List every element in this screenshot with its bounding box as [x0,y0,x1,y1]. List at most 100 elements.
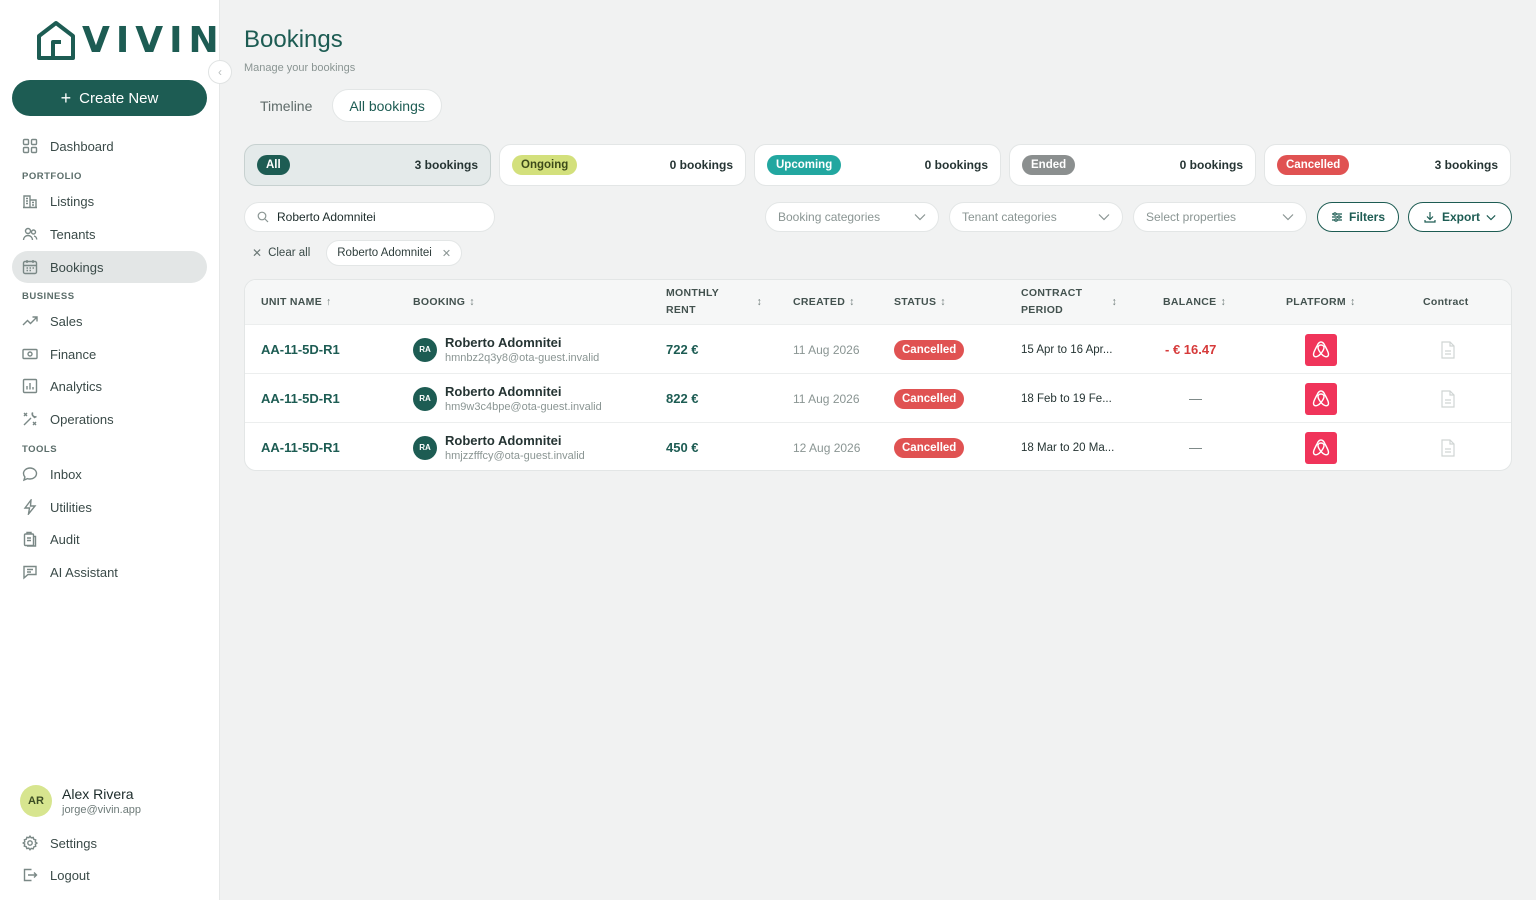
unit-name[interactable]: AA-11-5D-R1 [261,423,340,470]
close-icon[interactable]: ✕ [442,247,451,260]
search-input[interactable] [277,210,477,224]
airbnb-icon [1312,389,1330,406]
building-icon [23,195,37,209]
calendar-icon [22,260,38,275]
status-count-all: 3 bookings [414,158,478,172]
contract-period: 15 Apr to 16 Apr... [1021,343,1113,356]
booking-categories-select[interactable]: Booking categories [765,202,939,232]
export-button[interactable]: Export [1408,202,1512,232]
airbnb-button[interactable] [1305,431,1337,464]
column-header-balance[interactable]: BALANCE ↕ [1163,280,1226,324]
sidebar-item-audit[interactable]: Audit [12,523,207,555]
column-header-created[interactable]: CREATED ↕ [793,280,855,324]
sidebar-item-operations[interactable]: Operations [12,403,207,435]
select-properties-select[interactable]: Select properties [1133,202,1307,232]
status-pill-cancelled: Cancelled [1277,155,1350,175]
bookings-table: UNIT NAME ↑ BOOKING ↕ MONTHLY RENT ↕ CREATED… [244,279,1512,471]
clipboard-icon [23,531,37,547]
collapse-sidebar-button[interactable]: ‹ [208,60,232,84]
status-card-all[interactable]: All 3 bookings [244,144,491,186]
column-header-label: BALANCE [1163,296,1217,308]
tenant-name: Roberto Adomnitei [445,335,562,350]
tenant-name: Roberto Adomnitei [445,384,562,399]
unit-name[interactable]: AA-11-5D-R1 [261,325,340,374]
column-header-platform[interactable]: PLATFORM ↕ [1286,280,1356,324]
table-row[interactable]: AA-11-5D-R1 RA Roberto Adomnitei hmnbz2q… [245,324,1511,373]
platform-cell [1305,423,1337,470]
sidebar-item-finance[interactable]: Finance [12,338,207,370]
header-line: CONTRACT [1021,287,1083,299]
sidebar-item-dashboard[interactable]: Dashboard [12,130,207,162]
chevron-down-icon [1098,214,1110,221]
section-label-portfolio: PORTFOLIO [22,171,82,182]
status-badge: Cancelled [894,388,965,409]
status-count-ongoing: 0 bookings [669,158,733,172]
sidebar-item-listings[interactable]: Listings [12,185,207,217]
bar-chart-icon [22,378,38,394]
contract-period: 18 Mar to 20 Ma... [1021,441,1115,454]
message-square-icon [23,565,37,580]
status-card-ended[interactable]: Ended 0 bookings [1009,144,1256,186]
tenant-categories-select[interactable]: Tenant categories [949,202,1123,232]
sidebar-item-inbox[interactable]: Inbox [12,458,207,490]
sidebar-item-tenants[interactable]: Tenants [12,218,207,250]
tenant-avatar: RA [413,337,437,362]
sidebar-item-label: Sales [50,313,83,329]
column-header-monthly-rent[interactable]: MONTHLY RENT ↕ [666,280,762,324]
create-new-button[interactable]: + Create New [12,80,207,116]
status-card-upcoming[interactable]: Upcoming 0 bookings [754,144,1001,186]
grid-icon [22,138,38,154]
sort-icon: ↕ [849,296,855,308]
column-header-label: Contract [1423,296,1469,308]
airbnb-button[interactable] [1305,382,1337,415]
status-pill-ended: Ended [1022,155,1076,175]
column-header-label: CREATED [793,296,846,308]
sidebar-item-analytics[interactable]: Analytics [12,370,207,402]
sidebar-item-label: Listings [50,193,95,209]
booking-cell[interactable]: RA Roberto Adomnitei hmjzzfffcy@ota-gues… [413,423,585,470]
document-icon[interactable] [1440,325,1456,374]
logout-label: Logout [50,867,90,883]
airbnb-icon [1312,438,1330,455]
status-card-cancelled[interactable]: Cancelled 3 bookings [1264,144,1511,186]
logout-icon [23,868,38,882]
column-header-contract-period[interactable]: CONTRACT PERIOD ↕ [1021,280,1117,324]
chevron-down-icon [1486,214,1496,220]
balance: - € 16.47 [1165,342,1217,357]
booking-cell[interactable]: RA Roberto Adomnitei hm9w3c4bpe@ota-gues… [413,374,602,423]
tab-timeline[interactable]: Timeline [244,89,328,122]
sidebar-item-sales[interactable]: Sales [12,305,207,337]
table-row[interactable]: AA-11-5D-R1 RA Roberto Adomnitei hm9w3c4… [245,373,1511,422]
sidebar-item-utilities[interactable]: Utilities [12,491,207,523]
logout-link[interactable]: Logout [12,859,207,891]
column-header-unit-name[interactable]: UNIT NAME ↑ [261,280,332,324]
header-line: RENT [666,304,696,316]
status-card-ongoing[interactable]: Ongoing 0 bookings [499,144,746,186]
clear-all-button[interactable]: ✕ Clear all [244,240,318,266]
filter-chip[interactable]: Roberto Adomnitei ✕ [326,240,463,266]
banknote-icon [22,348,38,360]
column-header-status[interactable]: STATUS ↕ [894,280,946,324]
user-profile[interactable]: AR Alex Rivera jorge@vivin.app [20,785,141,817]
column-header-booking[interactable]: BOOKING ↕ [413,280,475,324]
search-box [244,202,495,232]
sidebar-item-label: Bookings [50,259,104,275]
close-icon: ✕ [252,246,263,260]
tenant-categories-label: Tenant categories [962,210,1057,224]
airbnb-button[interactable] [1305,333,1337,366]
settings-link[interactable]: Settings [12,827,207,859]
tenant-email: hm9w3c4bpe@ota-guest.invalid [445,401,602,413]
filters-button[interactable]: Filters [1317,202,1399,232]
users-icon [22,227,38,241]
booking-cell[interactable]: RA Roberto Adomnitei hmnbz2q3y8@ota-gues… [413,325,599,374]
sidebar-item-ai-assistant[interactable]: AI Assistant [12,556,207,588]
document-icon[interactable] [1440,423,1456,470]
created-date: 11 Aug 2026 [793,391,860,406]
tab-all-bookings[interactable]: All bookings [332,89,442,122]
document-icon[interactable] [1440,374,1456,423]
booking-categories-label: Booking categories [778,210,881,224]
sidebar-item-bookings[interactable]: Bookings [12,251,207,283]
unit-name[interactable]: AA-11-5D-R1 [261,374,340,423]
logo[interactable]: VIVIN [36,20,225,62]
table-row[interactable]: AA-11-5D-R1 RA Roberto Adomnitei hmjzzff… [245,422,1511,470]
